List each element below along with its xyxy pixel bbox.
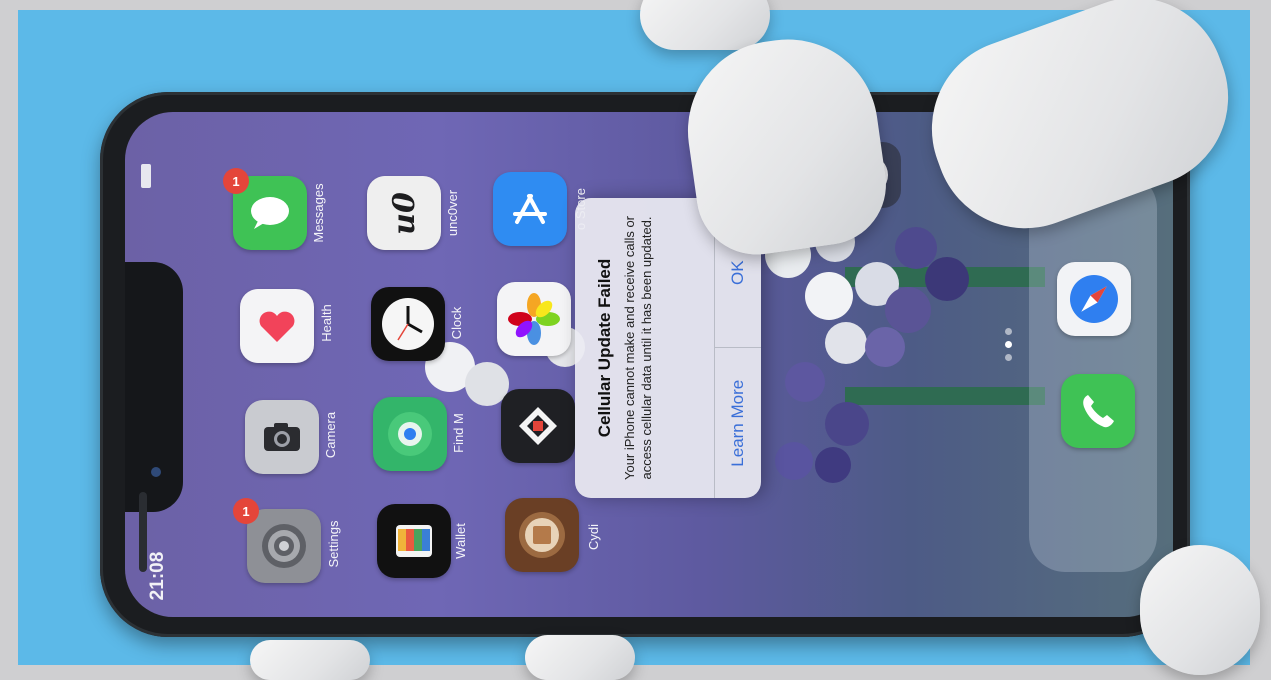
app-label-unc0ver: unc0ver: [445, 189, 460, 237]
app-find-my[interactable]: [373, 397, 447, 471]
app-label-messages: Messages: [311, 183, 326, 243]
app-unc0ver[interactable]: u0: [367, 176, 441, 250]
dock-app-phone[interactable]: [1061, 374, 1135, 448]
dock-app-safari[interactable]: [1057, 262, 1131, 336]
glove-finger-top-left: [640, 0, 770, 50]
page-dot: [1005, 354, 1012, 361]
camera-icon: [264, 423, 300, 451]
phone-icon: [1083, 395, 1114, 428]
notch: [125, 262, 183, 572]
speaker-grille: [139, 492, 147, 572]
messages-badge: 1: [223, 168, 249, 194]
app-label-find-my: Find M: [451, 413, 466, 453]
dock: [1029, 172, 1157, 572]
clock-icon: [382, 298, 434, 350]
app-unknown-diamond[interactable]: [501, 389, 575, 463]
glove-finger-bottom-left: [250, 640, 370, 680]
safari-compass-icon: [1070, 275, 1118, 323]
app-label-settings: Settings: [326, 520, 341, 568]
status-time: 21:08: [147, 551, 168, 601]
glove-hand-bottom-right: [1140, 545, 1260, 675]
glove-finger-bottom-middle: [525, 635, 635, 680]
gear-icon: [262, 524, 306, 568]
app-store-icon: [513, 194, 547, 224]
app-label-health: Health: [319, 304, 334, 342]
app-label-camera: Camera: [323, 411, 338, 459]
heart-icon: [259, 311, 295, 342]
app-label-cydia: Cydi: [586, 524, 601, 551]
settings-badge: 1: [233, 498, 259, 524]
signal-icon: [141, 164, 151, 188]
app-camera[interactable]: [245, 400, 319, 474]
wallet-icon: [396, 525, 432, 557]
messages-icon: [251, 197, 289, 229]
app-app-store[interactable]: [493, 172, 567, 246]
app-cydia[interactable]: [505, 498, 579, 572]
page-dot: [1005, 328, 1012, 335]
alert-title: Cellular Update Failed: [595, 258, 614, 438]
page-indicator[interactable]: [1005, 322, 1015, 402]
app-wallet[interactable]: [377, 504, 451, 578]
app-health[interactable]: [240, 289, 314, 363]
front-camera: [151, 467, 161, 477]
unc0ver-logo-icon: u0: [386, 191, 422, 235]
app-label-clock: Clock: [449, 306, 464, 340]
photos-icon: [508, 293, 560, 345]
learn-more-button[interactable]: Learn More: [715, 349, 761, 499]
wallpaper-stem: [845, 387, 1045, 405]
find-my-icon: [388, 412, 432, 456]
cydia-icon: [519, 512, 565, 558]
app-clock[interactable]: [371, 287, 445, 361]
app-settings[interactable]: [247, 509, 321, 583]
page-dot-active: [1005, 341, 1012, 348]
alert-message: Your iPhone cannot make and receive call…: [622, 215, 654, 480]
app-label-wallet: Wallet: [453, 523, 468, 559]
app-photos[interactable]: [497, 282, 571, 356]
diamond-app-icon: [519, 407, 557, 445]
